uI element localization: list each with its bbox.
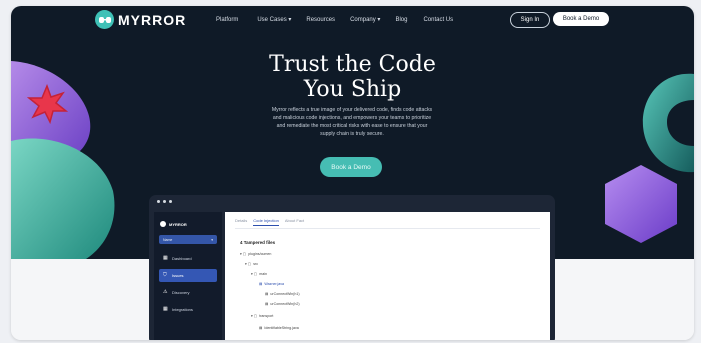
- file-icon: ▤: [259, 326, 263, 330]
- sign-in-button[interactable]: Sign In: [510, 12, 550, 28]
- nav-label: Contact Us: [423, 16, 454, 23]
- tree-label: IdentifiableString.java: [264, 326, 299, 330]
- brand-name: MYRROR: [118, 11, 187, 28]
- subtext-line: and remediate the most critical risks wi…: [276, 123, 428, 129]
- tree-file-row[interactable]: ▤ urConnectWin(h2): [265, 302, 300, 306]
- sidebar-item-label: Integrations: [172, 307, 193, 312]
- sidebar-item-label: Issues: [172, 273, 184, 278]
- tree-file-row[interactable]: ▤ Wazner.java: [259, 282, 284, 286]
- grid-icon: ▦: [163, 255, 168, 261]
- teal-blob-decoration: [11, 138, 115, 259]
- app-logo: MYRROR: [160, 221, 187, 227]
- folder-icon: ▾ ▢: [251, 314, 258, 318]
- workspace-select[interactable]: Name ▾: [159, 235, 217, 244]
- warning-icon: ⚠: [163, 289, 168, 295]
- file-icon: ▤: [265, 302, 269, 306]
- tree-label: main: [259, 272, 267, 276]
- nav-label: Company: [350, 16, 376, 23]
- window-dot: [163, 200, 166, 203]
- tree-label: urConnectWin(h1): [270, 292, 300, 296]
- sidebar-item-label: Discovery: [172, 290, 190, 295]
- window-dots: [157, 200, 172, 203]
- subtext-line: Myrror reflects a true image of your del…: [271, 107, 433, 113]
- chevron-down-icon: ▾: [377, 17, 381, 23]
- shield-icon: ⛉: [163, 272, 167, 278]
- nav-label: Blog: [395, 16, 408, 23]
- tree-label: urConnectWin(h2): [270, 302, 300, 306]
- select-value: Name: [163, 237, 173, 242]
- tab-code-injection[interactable]: Code Injection: [253, 218, 279, 226]
- product-mockup-window: MYRROR Name ▾ ▦ Dashboard ⛉ Issues ⚠ Disc…: [149, 195, 555, 340]
- app-sidebar: MYRROR Name ▾ ▦ Dashboard ⛉ Issues ⚠ Disc…: [154, 212, 222, 340]
- app-main-panel: Details Code Injection About Fact 4 Tamp…: [225, 212, 550, 340]
- tree-folder-row[interactable]: ▾ ▢ transport: [251, 314, 273, 318]
- nav-contact-us[interactable]: Contact Us: [423, 16, 453, 23]
- main-nav: Platform Use Cases ▾ Resources Company ▾…: [216, 16, 453, 24]
- tree-folder-row[interactable]: ▾ ▢ main: [251, 272, 267, 276]
- subtext-line: supply chain is truly secure.: [320, 131, 384, 137]
- subtext-line: and malicious code injections, and empow…: [272, 115, 432, 121]
- nav-blog[interactable]: Blog: [395, 16, 407, 23]
- headline-line-2: You Ship: [303, 77, 402, 102]
- hero-headline: Trust the Code You Ship: [11, 52, 694, 102]
- tab-details[interactable]: Details: [235, 218, 247, 226]
- sidebar-item-integrations[interactable]: ▦ Integrations: [159, 303, 217, 316]
- tree-label: Wazner.java: [264, 282, 285, 286]
- chevron-down-icon: ▾: [211, 237, 213, 242]
- tab-divider: [235, 228, 540, 229]
- nav-label: Platform: [216, 16, 239, 23]
- file-icon: ▤: [259, 282, 263, 286]
- logo-icon: [160, 221, 166, 227]
- sidebar-item-issues[interactable]: ⛉ Issues: [159, 269, 217, 282]
- tree-label: plugins/cumen: [248, 252, 272, 256]
- nav-platform[interactable]: Platform: [216, 16, 238, 23]
- nav-use-cases[interactable]: Use Cases ▾: [257, 16, 292, 24]
- eyes-logo-icon: [95, 10, 114, 29]
- chevron-down-icon: ▾: [288, 17, 292, 23]
- brand-logo[interactable]: MYRROR: [95, 10, 186, 29]
- app-logo-label: MYRROR: [169, 221, 187, 227]
- grid-icon: ▦: [163, 306, 168, 312]
- window-dot: [157, 200, 160, 203]
- sidebar-item-label: Dashboard: [172, 256, 192, 261]
- tampered-files-title: 4 Tampered files: [240, 240, 276, 245]
- nav-label: Resources: [306, 16, 336, 23]
- folder-icon: ▾ ▢: [251, 272, 258, 276]
- book-demo-nav-button[interactable]: Book a Demo: [553, 12, 609, 26]
- tree-label: transport: [259, 314, 274, 318]
- window-dot: [169, 200, 172, 203]
- tree-label: src: [253, 262, 258, 266]
- headline-line-1: Trust the Code: [269, 52, 436, 77]
- screenshot-frame: MYRROR Platform Use Cases ▾ Resources Co…: [11, 6, 694, 340]
- nav-resources[interactable]: Resources: [306, 16, 335, 23]
- tree-folder-row[interactable]: ▾ ▢ src: [245, 262, 258, 266]
- file-icon: ▤: [265, 292, 269, 296]
- folder-icon: ▾ ▢: [245, 262, 252, 266]
- folder-icon: ▾ ▢: [240, 252, 247, 256]
- tree-folder-row[interactable]: ▾ ▢ plugins/cumen: [240, 252, 271, 256]
- hero-subtext: Myrror reflects a true image of your del…: [243, 106, 461, 138]
- sidebar-item-discovery[interactable]: ⚠ Discovery: [159, 286, 217, 299]
- detail-tabs: Details Code Injection About Fact: [235, 218, 304, 226]
- nav-company[interactable]: Company ▾: [350, 16, 381, 24]
- sidebar-item-dashboard[interactable]: ▦ Dashboard: [159, 252, 217, 265]
- purple-hexagon-decoration: [605, 165, 677, 243]
- book-demo-hero-button[interactable]: Book a Demo: [320, 157, 382, 177]
- tree-file-row[interactable]: ▤ urConnectWin(h1): [265, 292, 300, 296]
- tab-about-fact[interactable]: About Fact: [285, 218, 304, 226]
- tree-file-row[interactable]: ▤ IdentifiableString.java: [259, 326, 299, 330]
- nav-label: Use Cases: [257, 16, 287, 23]
